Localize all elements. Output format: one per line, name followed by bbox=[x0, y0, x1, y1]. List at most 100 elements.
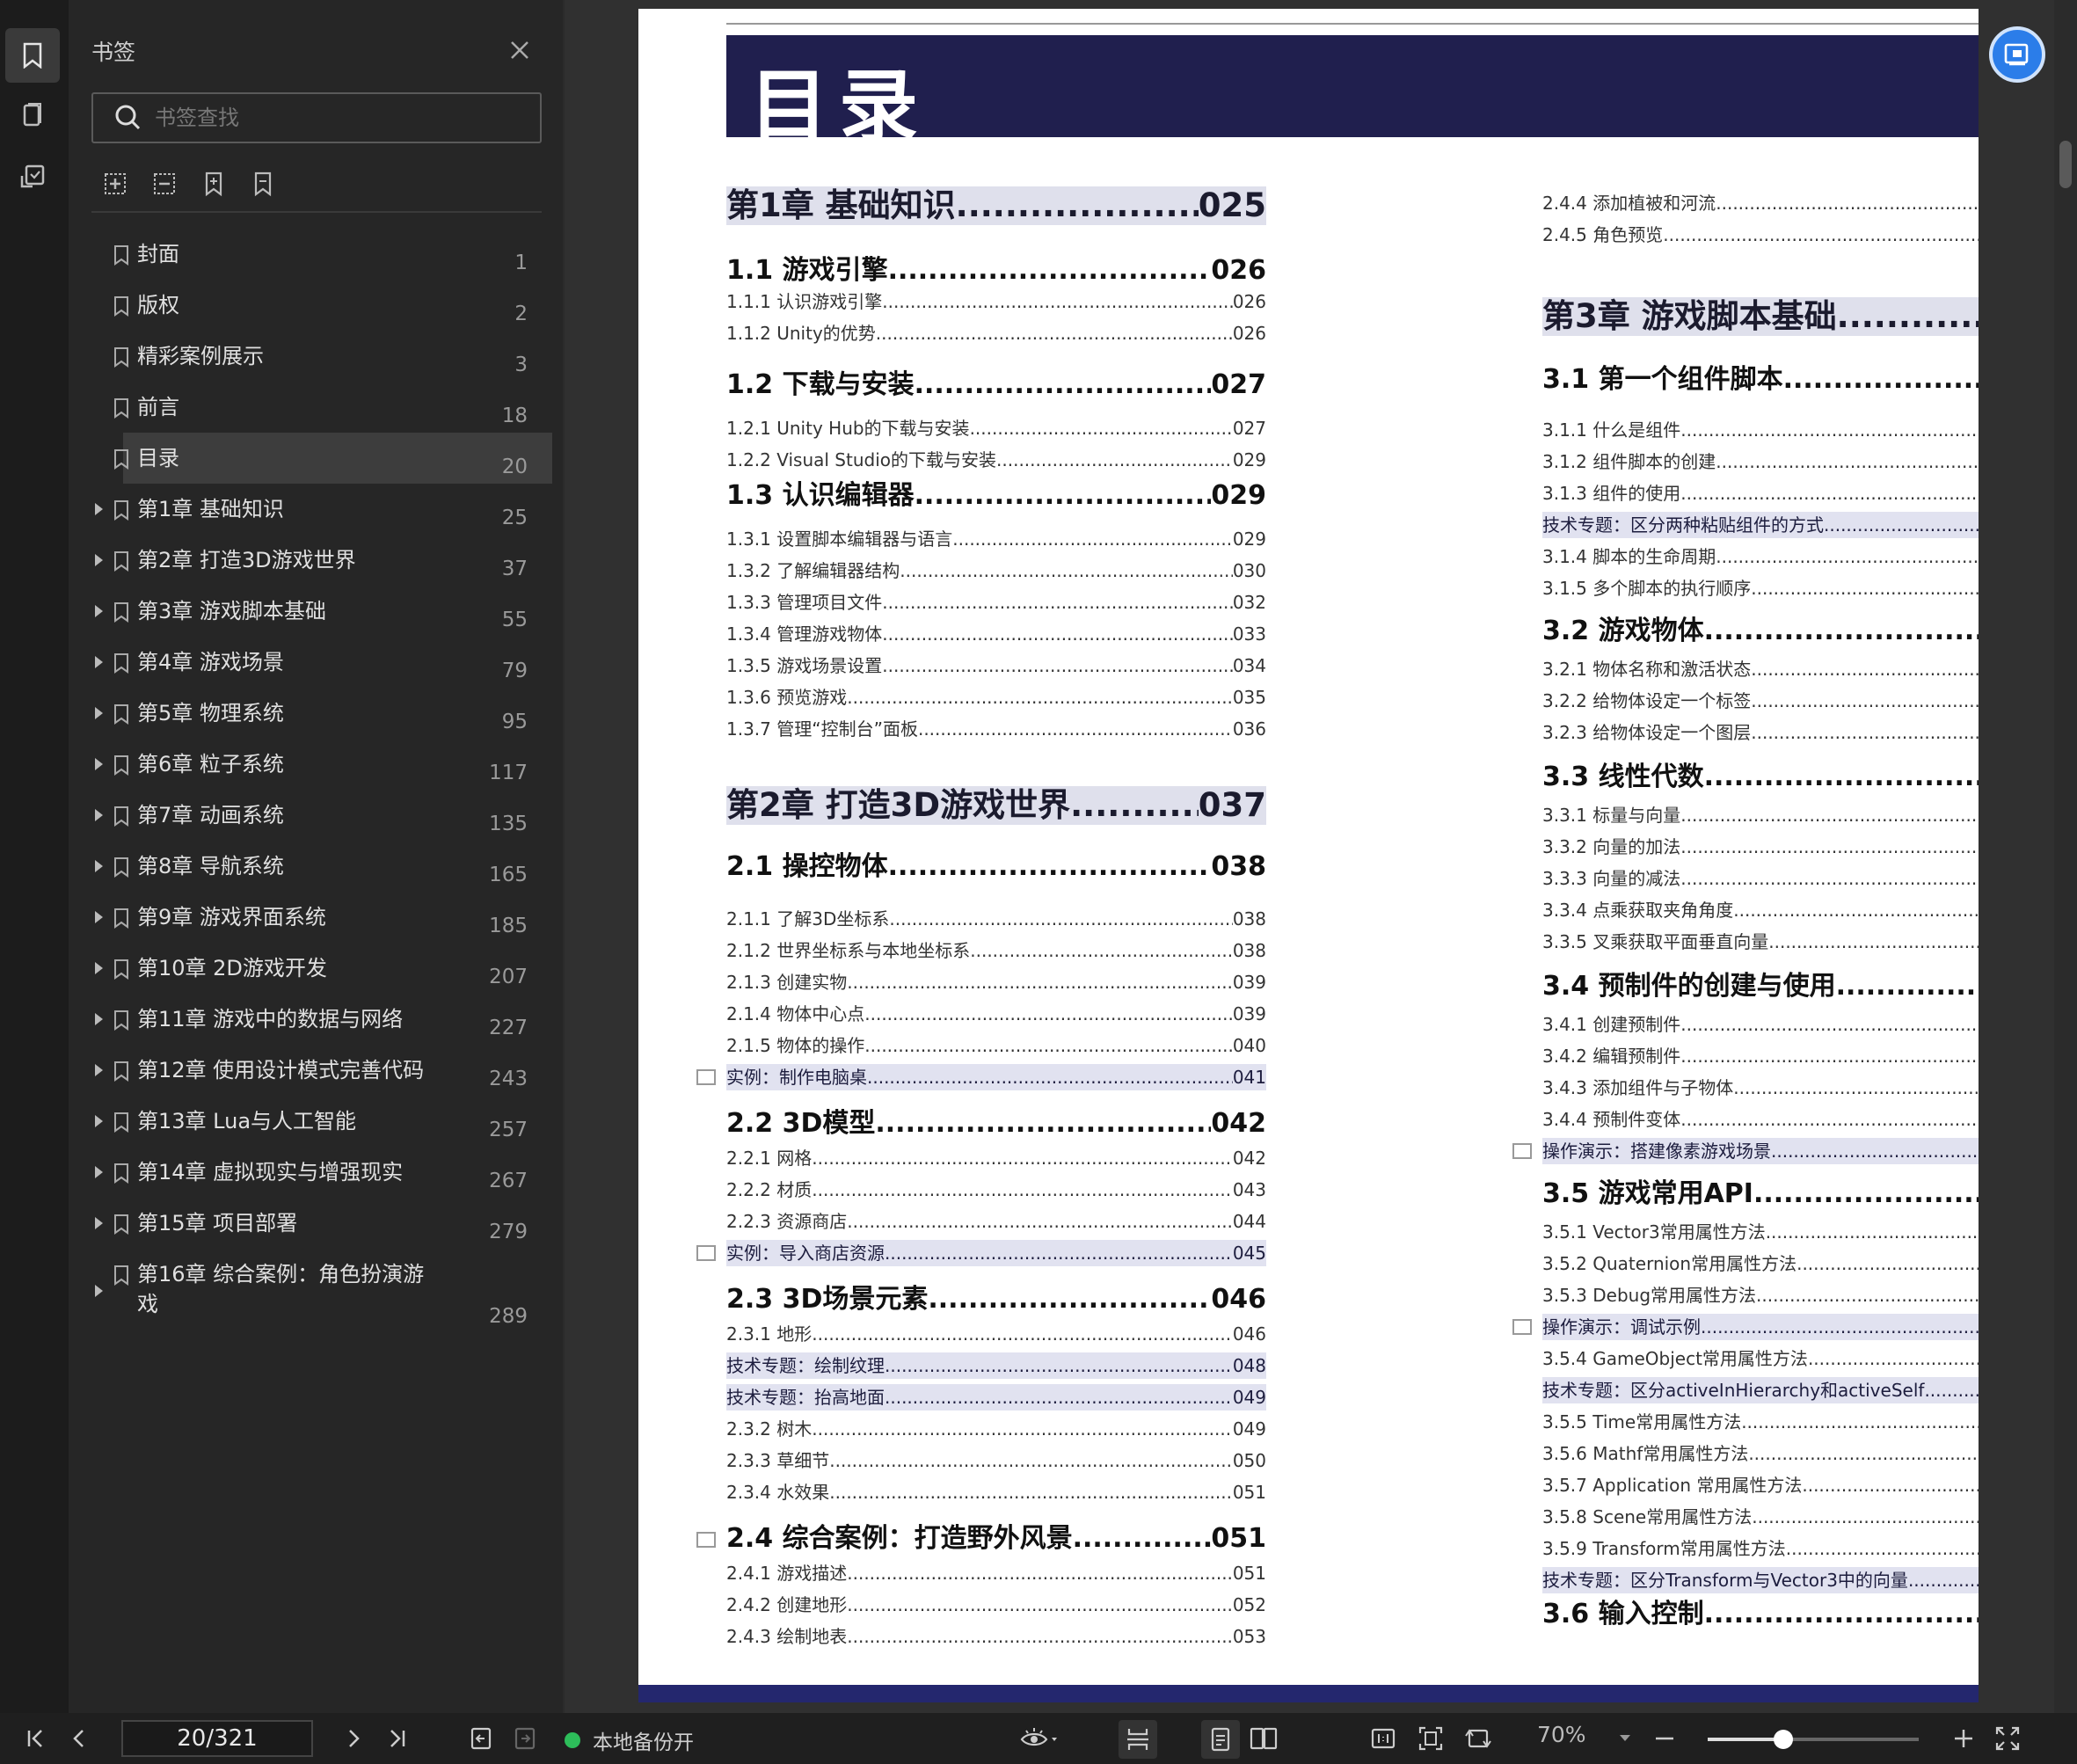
bookmark-item[interactable]: 第15章 项目部署 279 bbox=[81, 1198, 552, 1249]
toc-entry-section[interactable]: 2.4 综合案例：打造野外风景 051 bbox=[726, 1523, 1266, 1555]
fullscreen-icon[interactable] bbox=[1993, 1724, 2022, 1753]
first-page-icon[interactable] bbox=[21, 1724, 51, 1753]
toc-entry-sub[interactable]: 2.2.3 资源商店 044 bbox=[726, 1208, 1266, 1235]
continuous-scroll-icon[interactable] bbox=[1119, 1720, 1157, 1759]
toc-entry-sub[interactable]: 2.1.4 物体中心点 039 bbox=[726, 1001, 1266, 1027]
toc-entry-sub[interactable]: 2.4.1 游戏描述 051 bbox=[726, 1560, 1266, 1586]
bookmark-item[interactable]: 版权 2 bbox=[81, 280, 552, 331]
expand-arrow-icon[interactable] bbox=[95, 860, 103, 872]
expand-arrow-icon[interactable] bbox=[95, 707, 103, 719]
toc-entry-sub[interactable]: 实例：导入商店资源 045 bbox=[726, 1240, 1266, 1266]
toc-entry-sub[interactable]: 3.1.3 组件的使用057 bbox=[1542, 480, 1979, 507]
bookmark-item[interactable]: 第4章 游戏场景 79 bbox=[81, 637, 552, 688]
toc-entry-sub[interactable]: 3.3.3 向量的减法062 bbox=[1542, 865, 1979, 892]
expand-arrow-icon[interactable] bbox=[95, 911, 103, 923]
bookmark-panel-icon[interactable] bbox=[5, 28, 60, 83]
expand-arrow-icon[interactable] bbox=[95, 503, 103, 515]
toc-entry-sub[interactable]: 3.5.2 Quaternion常用属性方法067 bbox=[1542, 1250, 1979, 1277]
toc-entry-sub[interactable]: 2.3.2 树木 049 bbox=[726, 1416, 1266, 1442]
toc-entry-sub[interactable]: 实例：制作电脑桌 041 bbox=[726, 1064, 1266, 1090]
page-number-box[interactable] bbox=[121, 1720, 313, 1757]
toc-entry-sub[interactable]: 1.3.6 预览游戏 035 bbox=[726, 684, 1266, 711]
toc-entry-sub[interactable]: 3.5.9 Transform常用属性方法069 bbox=[1542, 1535, 1979, 1562]
toc-entry-sub[interactable]: 2.1.2 世界坐标系与本地坐标系 038 bbox=[726, 937, 1266, 964]
toc-entry-sub[interactable]: 2.3.1 地形 046 bbox=[726, 1321, 1266, 1347]
local-backup-status[interactable]: 本地备份开 bbox=[565, 1725, 694, 1755]
bookmark-item[interactable]: 精彩案例展示 3 bbox=[81, 331, 552, 382]
toc-entry-sub[interactable]: 技术专题：绘制纹理 048 bbox=[726, 1352, 1266, 1379]
toc-entry-section[interactable]: 3.2 游戏物体059 bbox=[1542, 616, 1979, 647]
expand-arrow-icon[interactable] bbox=[95, 758, 103, 770]
toc-entry-sub[interactable]: 1.2.1 Unity Hub的下载与安装 027 bbox=[726, 415, 1266, 441]
toc-entry-sub[interactable]: 2.2.2 材质 043 bbox=[726, 1177, 1266, 1203]
toc-entry-chapter[interactable]: 第1章 基础知识 025 bbox=[726, 186, 1266, 225]
expand-arrow-icon[interactable] bbox=[95, 656, 103, 668]
toc-entry-sub[interactable]: 3.5.5 Time常用属性方法068 bbox=[1542, 1409, 1979, 1435]
toc-entry-sub[interactable]: 3.1.2 组件脚本的创建056 bbox=[1542, 448, 1979, 475]
navigate-back-icon[interactable] bbox=[466, 1724, 496, 1753]
toc-entry-section[interactable]: 1.2 下载与安装 027 bbox=[726, 369, 1266, 401]
expand-arrow-icon[interactable] bbox=[95, 1115, 103, 1127]
toc-entry-sub[interactable]: 3.2.1 物体名称和激活状态059 bbox=[1542, 656, 1979, 682]
zoom-slider[interactable] bbox=[1708, 1730, 1919, 1749]
bookmark-search-box[interactable] bbox=[91, 92, 542, 143]
toc-entry-sub[interactable]: 3.3.1 标量与向量061 bbox=[1542, 802, 1979, 828]
toc-entry-sub[interactable]: 技术专题：区分两种粘贴组件的方式058 bbox=[1542, 512, 1979, 538]
actual-size-icon[interactable] bbox=[1368, 1724, 1398, 1753]
bookmark-item[interactable]: 第10章 2D游戏开发 207 bbox=[81, 943, 552, 994]
zoom-out-icon[interactable] bbox=[1650, 1724, 1680, 1753]
expand-arrow-icon[interactable] bbox=[95, 1064, 103, 1076]
expand-arrow-icon[interactable] bbox=[95, 809, 103, 821]
toc-entry-sub[interactable]: 3.4.4 预制件变体065 bbox=[1542, 1106, 1979, 1133]
toc-entry-sub[interactable]: 2.4.4 添加植被和河流053 bbox=[1542, 190, 1979, 216]
toc-entry-sub[interactable]: 1.3.2 了解编辑器结构 030 bbox=[726, 558, 1266, 584]
toc-entry-sub[interactable]: 3.3.2 向量的加法061 bbox=[1542, 834, 1979, 860]
toc-entry-sub[interactable]: 2.1.5 物体的操作 040 bbox=[726, 1032, 1266, 1059]
toc-entry-sub[interactable]: 3.5.1 Vector3常用属性方法066 bbox=[1542, 1219, 1979, 1245]
toc-entry-sub[interactable]: 1.3.3 管理项目文件 032 bbox=[726, 589, 1266, 616]
zoom-dropdown-icon[interactable] bbox=[1616, 1724, 1634, 1753]
toc-entry-sub[interactable]: 3.5.7 Application 常用属性方法069 bbox=[1542, 1472, 1979, 1498]
bookmark-item[interactable]: 第11章 游戏中的数据与网络 227 bbox=[81, 994, 552, 1045]
expand-arrow-icon[interactable] bbox=[95, 1285, 103, 1297]
toc-entry-sub[interactable]: 3.1.1 什么是组件056 bbox=[1542, 417, 1979, 443]
toc-entry-sub[interactable]: 2.2.1 网格 042 bbox=[726, 1145, 1266, 1171]
toc-entry-section[interactable]: 2.2 3D模型 042 bbox=[726, 1108, 1266, 1140]
toc-entry-sub[interactable]: 3.3.4 点乘获取夹角角度062 bbox=[1542, 897, 1979, 923]
previous-page-icon[interactable] bbox=[65, 1724, 95, 1753]
toc-entry-sub[interactable]: 2.1.3 创建实物 039 bbox=[726, 969, 1266, 995]
expand-arrow-icon[interactable] bbox=[95, 1166, 103, 1178]
bookmark-item[interactable]: 第3章 游戏脚本基础 55 bbox=[81, 586, 552, 637]
rotate-page-icon[interactable] bbox=[1463, 1724, 1493, 1753]
fit-page-icon[interactable] bbox=[1416, 1724, 1446, 1753]
single-page-icon[interactable] bbox=[1201, 1720, 1240, 1759]
bookmark-item[interactable]: 第16章 综合案例：角色扮演游戏 289 bbox=[81, 1249, 552, 1333]
toc-entry-chapter[interactable]: 第3章 游戏脚本基础055 bbox=[1542, 297, 1979, 336]
toc-entry-section[interactable]: 3.4 预制件的创建与使用062 bbox=[1542, 971, 1979, 1002]
close-icon[interactable] bbox=[505, 35, 535, 65]
bookmark-item[interactable]: 第5章 物理系统 95 bbox=[81, 688, 552, 739]
expand-arrow-icon[interactable] bbox=[95, 1013, 103, 1025]
remove-bookmark-icon[interactable] bbox=[248, 169, 278, 199]
bookmark-search-input[interactable] bbox=[153, 105, 508, 131]
bookmark-item[interactable]: 第6章 粒子系统 117 bbox=[81, 739, 552, 790]
expand-arrow-icon[interactable] bbox=[95, 554, 103, 566]
last-page-icon[interactable] bbox=[382, 1724, 412, 1753]
bookmark-item[interactable]: 第9章 游戏界面系统 185 bbox=[81, 892, 552, 943]
toc-entry-sub[interactable]: 3.2.3 给物体设定一个图层060 bbox=[1542, 719, 1979, 746]
toc-entry-sub[interactable]: 3.5.6 Mathf常用属性方法068 bbox=[1542, 1440, 1979, 1467]
toc-entry-sub[interactable]: 操作演示：搭建像素游戏场景065 bbox=[1542, 1138, 1979, 1164]
thumbnail-panel-icon[interactable] bbox=[5, 88, 60, 142]
toc-entry-sub[interactable]: 1.3.7 管理“控制台”面板 036 bbox=[726, 716, 1266, 742]
toc-entry-sub[interactable]: 操作演示：调试示例067 bbox=[1542, 1314, 1979, 1340]
zoom-level-display[interactable]: 70% bbox=[1537, 1722, 1586, 1747]
bookmark-item[interactable]: 第14章 虚拟现实与增强现实 267 bbox=[81, 1147, 552, 1198]
toc-entry-sub[interactable]: 1.1.1 认识游戏引擎 026 bbox=[726, 288, 1266, 315]
two-page-icon[interactable] bbox=[1249, 1724, 1279, 1753]
toc-entry-sub[interactable]: 技术专题：抬高地面 049 bbox=[726, 1384, 1266, 1410]
next-page-icon[interactable] bbox=[338, 1724, 368, 1753]
toc-entry-sub[interactable]: 2.4.2 创建地形 052 bbox=[726, 1592, 1266, 1618]
viewer-scrollbar[interactable] bbox=[2054, 0, 2077, 1713]
toc-entry-section[interactable]: 3.1 第一个组件脚本056 bbox=[1542, 364, 1979, 396]
toc-entry-sub[interactable]: 3.2.2 给物体设定一个标签060 bbox=[1542, 688, 1979, 714]
